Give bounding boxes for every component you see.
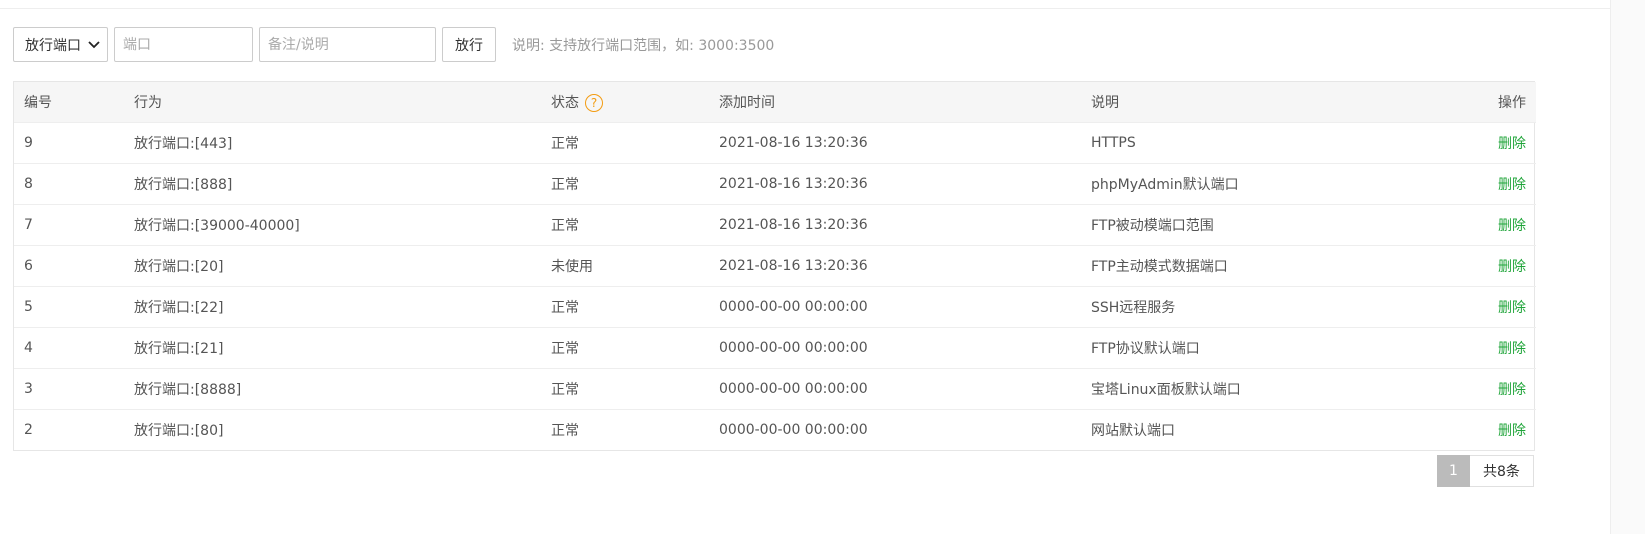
cell-status: 正常	[541, 367, 709, 409]
cell-id: 8	[14, 162, 124, 204]
delete-link[interactable]: 删除	[1498, 300, 1526, 316]
cell-note: FTP主动模式数据端口	[1081, 244, 1436, 286]
note-input[interactable]	[259, 27, 436, 62]
port-rules-table: 编号 行为 状态? 添加时间 说明 操作 9 放行端口:[443] 正常 202…	[13, 81, 1536, 451]
cell-id: 7	[14, 203, 124, 245]
cell-action: 放行端口:[888]	[124, 162, 541, 204]
rule-type-select[interactable]: 放行端口	[13, 27, 108, 62]
cell-id: 6	[14, 244, 124, 286]
top-divider	[0, 8, 1610, 9]
cell-time: 0000-00-00 00:00:00	[709, 285, 1081, 327]
cell-note: FTP被动模端口范围	[1081, 203, 1436, 245]
delete-link[interactable]: 删除	[1498, 423, 1526, 439]
cell-note: phpMyAdmin默认端口	[1081, 162, 1436, 204]
cell-op: 删除	[1436, 203, 1536, 245]
delete-link[interactable]: 删除	[1498, 136, 1526, 152]
cell-op: 删除	[1436, 408, 1536, 450]
total-count: 共8条	[1470, 455, 1534, 487]
cell-status: 正常	[541, 203, 709, 245]
delete-link[interactable]: 删除	[1498, 382, 1526, 398]
cell-op: 删除	[1436, 162, 1536, 204]
cell-action: 放行端口:[443]	[124, 121, 541, 163]
cell-id: 4	[14, 326, 124, 368]
cell-time: 0000-00-00 00:00:00	[709, 367, 1081, 409]
cell-note: SSH远程服务	[1081, 285, 1436, 327]
cell-time: 2021-08-16 13:20:36	[709, 162, 1081, 204]
header-time: 添加时间	[719, 94, 775, 111]
delete-link[interactable]: 删除	[1498, 341, 1526, 357]
pagination: 1 共8条	[1437, 455, 1534, 487]
delete-link[interactable]: 删除	[1498, 177, 1526, 193]
cell-action: 放行端口:[39000-40000]	[124, 203, 541, 245]
table-row: 4 放行端口:[21] 正常 0000-00-00 00:00:00 FTP协议…	[14, 326, 1536, 368]
cell-note: 宝塔Linux面板默认端口	[1081, 367, 1436, 409]
question-circle-icon[interactable]: ?	[585, 93, 603, 112]
cell-time: 0000-00-00 00:00:00	[709, 408, 1081, 450]
allow-button[interactable]: 放行	[442, 27, 496, 62]
header-id: 编号	[24, 94, 52, 111]
cell-action: 放行端口:[22]	[124, 285, 541, 327]
table-row: 7 放行端口:[39000-40000] 正常 2021-08-16 13:20…	[14, 203, 1536, 245]
cell-op: 删除	[1436, 326, 1536, 368]
cell-time: 2021-08-16 13:20:36	[709, 244, 1081, 286]
cell-note: FTP协议默认端口	[1081, 326, 1436, 368]
cell-action: 放行端口:[21]	[124, 326, 541, 368]
delete-link[interactable]: 删除	[1498, 259, 1526, 275]
cell-status: 未使用	[541, 244, 709, 286]
cell-id: 9	[14, 121, 124, 163]
cell-id: 5	[14, 285, 124, 327]
cell-op: 删除	[1436, 121, 1536, 163]
rule-type-select-value: 放行端口	[25, 37, 81, 54]
table-row: 8 放行端口:[888] 正常 2021-08-16 13:20:36 phpM…	[14, 162, 1536, 204]
cell-op: 删除	[1436, 367, 1536, 409]
cell-note: HTTPS	[1081, 121, 1436, 163]
cell-action: 放行端口:[8888]	[124, 367, 541, 409]
cell-op: 删除	[1436, 244, 1536, 286]
header-status: 状态?	[541, 82, 709, 122]
cell-id: 3	[14, 367, 124, 409]
table-row: 6 放行端口:[20] 未使用 2021-08-16 13:20:36 FTP主…	[14, 244, 1536, 286]
header-note: 说明	[1091, 94, 1119, 111]
header-status-label: 状态	[551, 94, 579, 111]
cell-status: 正常	[541, 326, 709, 368]
table-row: 5 放行端口:[22] 正常 0000-00-00 00:00:00 SSH远程…	[14, 285, 1536, 327]
cell-action: 放行端口:[20]	[124, 244, 541, 286]
delete-link[interactable]: 删除	[1498, 218, 1526, 234]
header-action: 行为	[134, 94, 162, 111]
table-row: 3 放行端口:[8888] 正常 0000-00-00 00:00:00 宝塔L…	[14, 367, 1536, 409]
hint-text: 说明: 支持放行端口范围，如: 3000:3500	[512, 37, 775, 54]
scrollbar-track[interactable]	[1610, 0, 1645, 534]
cell-status: 正常	[541, 285, 709, 327]
cell-action: 放行端口:[80]	[124, 408, 541, 450]
chevron-down-icon	[87, 38, 101, 52]
header-op: 操作	[1498, 94, 1526, 111]
cell-status: 正常	[541, 408, 709, 450]
cell-time: 2021-08-16 13:20:36	[709, 121, 1081, 163]
cell-status: 正常	[541, 121, 709, 163]
table-header-row: 编号 行为 状态? 添加时间 说明 操作	[14, 82, 1536, 122]
cell-status: 正常	[541, 162, 709, 204]
cell-time: 0000-00-00 00:00:00	[709, 326, 1081, 368]
cell-note: 网站默认端口	[1081, 408, 1436, 450]
rule-toolbar: 放行端口 放行 说明: 支持放行端口范围，如: 3000:3500	[13, 27, 774, 62]
port-input[interactable]	[114, 27, 253, 62]
table-row: 2 放行端口:[80] 正常 0000-00-00 00:00:00 网站默认端…	[14, 408, 1536, 450]
cell-op: 删除	[1436, 285, 1536, 327]
cell-id: 2	[14, 408, 124, 450]
cell-time: 2021-08-16 13:20:36	[709, 203, 1081, 245]
table-row: 9 放行端口:[443] 正常 2021-08-16 13:20:36 HTTP…	[14, 121, 1536, 163]
page-1-button[interactable]: 1	[1437, 455, 1470, 487]
